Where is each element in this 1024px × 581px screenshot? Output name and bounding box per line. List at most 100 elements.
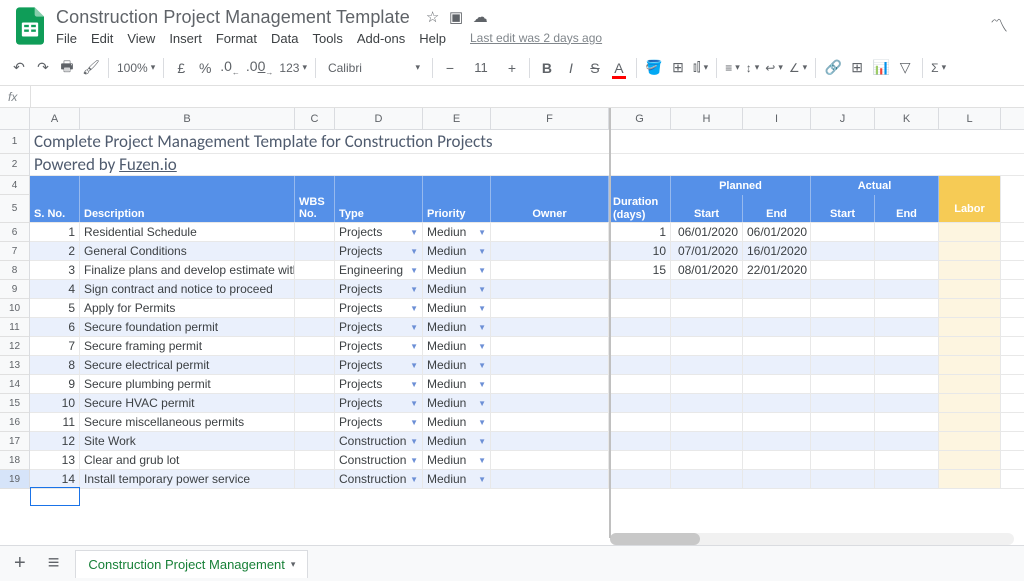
cell[interactable]: Site Work [80,432,295,450]
cell[interactable]: Secure electrical permit [80,356,295,374]
cell[interactable]: 7 [30,337,80,355]
cell[interactable] [671,299,743,317]
cell[interactable]: Construction▼ [335,470,423,488]
cell[interactable] [609,318,671,336]
cell[interactable]: Clear and grub lot [80,451,295,469]
cell[interactable]: Secure miscellaneous permits [80,413,295,431]
cell[interactable] [743,299,811,317]
col-header[interactable]: G [609,108,671,129]
row-header[interactable]: 12 [0,337,29,356]
cell[interactable] [295,318,335,336]
col-header[interactable]: E [423,108,491,129]
cell[interactable]: 06/01/2020 [743,223,811,241]
horizontal-scrollbar[interactable] [610,533,1014,545]
number-format-select[interactable]: 123▾ [279,61,307,75]
cell[interactable] [811,337,875,355]
cell[interactable] [609,394,671,412]
cell[interactable] [939,261,1001,279]
cell[interactable] [939,242,1001,260]
cell[interactable] [811,261,875,279]
cell[interactable] [743,280,811,298]
cell[interactable]: Projects▼ [335,375,423,393]
cell[interactable] [491,451,609,469]
doc-title[interactable]: Construction Project Management Template [56,7,410,28]
cell[interactable] [875,223,939,241]
cell[interactable] [811,356,875,374]
dec-increase-icon[interactable]: .00→ [246,58,273,77]
row-header[interactable]: 4 [0,176,29,195]
cell[interactable]: Projects▼ [335,299,423,317]
cell[interactable] [491,413,609,431]
menu-data[interactable]: Data [271,31,298,46]
cell[interactable] [811,299,875,317]
cell[interactable] [295,394,335,412]
text-color-icon[interactable]: A [610,60,628,76]
cell[interactable] [939,356,1001,374]
cell[interactable] [671,375,743,393]
cell[interactable] [295,470,335,488]
filter-icon[interactable]: ▽ [896,59,914,76]
cell[interactable] [671,432,743,450]
cell[interactable] [875,451,939,469]
italic-icon[interactable]: I [562,60,580,76]
cell[interactable] [811,470,875,488]
cell[interactable]: Mediun▼ [423,375,491,393]
cell[interactable]: 22/01/2020 [743,261,811,279]
menu-edit[interactable]: Edit [91,31,113,46]
cell[interactable]: Projects▼ [335,280,423,298]
cell[interactable] [491,470,609,488]
cell[interactable] [491,356,609,374]
cell[interactable]: 1 [30,223,80,241]
col-header[interactable]: F [491,108,609,129]
row-header[interactable]: 5 [0,195,29,223]
cell[interactable]: Secure plumbing permit [80,375,295,393]
cell[interactable] [295,337,335,355]
cell[interactable]: 06/01/2020 [671,223,743,241]
cell[interactable] [609,375,671,393]
cell[interactable]: Mediun▼ [423,299,491,317]
cell[interactable] [491,375,609,393]
cell[interactable] [743,451,811,469]
cell[interactable]: Mediun▼ [423,356,491,374]
cell[interactable] [875,337,939,355]
cell[interactable] [939,375,1001,393]
cell[interactable] [491,299,609,317]
cloud-icon[interactable]: ☁ [473,9,488,26]
cell[interactable]: 11 [30,413,80,431]
col-header[interactable]: D [335,108,423,129]
wrap-icon[interactable]: ↩ ▾ [765,61,783,75]
cell[interactable] [939,318,1001,336]
sheet-tab-menu-icon[interactable]: ▾ [291,559,296,570]
cell[interactable] [671,337,743,355]
cell[interactable]: 2 [30,242,80,260]
cell[interactable] [875,356,939,374]
cell[interactable]: 10 [609,242,671,260]
cell[interactable] [875,394,939,412]
cell[interactable] [875,261,939,279]
halign-icon[interactable]: ≡ ▾ [725,61,740,75]
valign-icon[interactable]: ↕ ▾ [746,61,760,75]
cell[interactable]: Projects▼ [335,337,423,355]
cell[interactable] [939,470,1001,488]
cell[interactable]: Construction▼ [335,432,423,450]
cell[interactable]: Mediun▼ [423,261,491,279]
cell[interactable] [811,413,875,431]
cell[interactable] [609,337,671,355]
strike-icon[interactable]: S [586,60,604,76]
cell[interactable]: Projects▼ [335,223,423,241]
dec-decrease-icon[interactable]: .0← [220,58,240,77]
borders-icon[interactable]: ⊞ [669,59,687,76]
cell[interactable] [811,223,875,241]
cell[interactable]: Residential Schedule [80,223,295,241]
cell[interactable] [939,280,1001,298]
activity-icon[interactable]: 〽 [990,12,1008,38]
cell[interactable] [491,394,609,412]
menu-view[interactable]: View [127,31,155,46]
row-header[interactable]: 19 [0,470,29,489]
row-header[interactable]: 16 [0,413,29,432]
cell[interactable] [875,375,939,393]
cell[interactable] [743,375,811,393]
last-edit-link[interactable]: Last edit was 2 days ago [470,31,602,46]
cell[interactable]: 10 [30,394,80,412]
cell[interactable]: 16/01/2020 [743,242,811,260]
